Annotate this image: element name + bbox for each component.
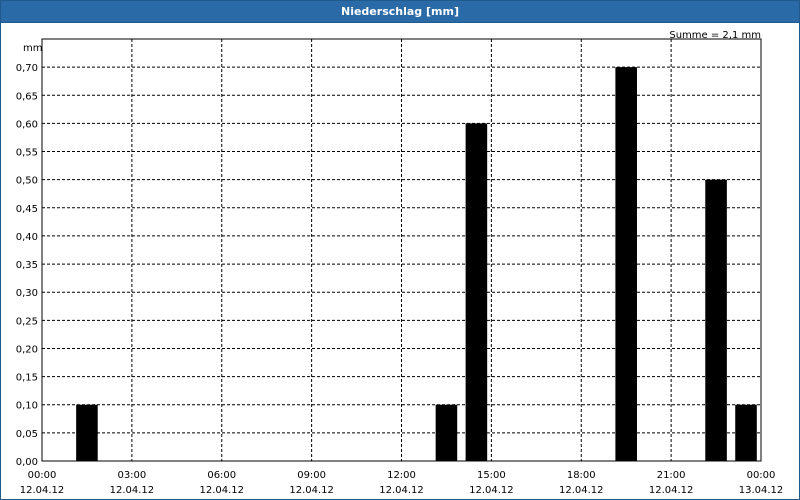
precipitation-bar — [76, 404, 98, 461]
x-tick-time-label: 15:00 — [477, 470, 506, 481]
x-tick-time-label: 00:00 — [747, 470, 776, 481]
x-tick-date-label: 12.04.12 — [379, 485, 424, 496]
x-tick-date-label: 12.04.12 — [110, 485, 155, 496]
x-tick-time-label: 18:00 — [567, 470, 596, 481]
x-tick-time-label: 09:00 — [297, 470, 326, 481]
y-tick-label: 0,45 — [16, 204, 38, 215]
x-tick-labels: 00:00 12.04.12 03:00 12.04.12 06:00 12.04.12 0… — [20, 470, 784, 496]
y-tick-labels: 0,00 0,05 0,10 0,15 0,20 0,25 0,30 0,35 0,40 0,45… — [16, 63, 38, 468]
y-tick-label: 0,20 — [16, 344, 38, 355]
grid-lines — [42, 39, 761, 461]
chart-window: Niederschlag [mm] mm Summe = 2,1 mm 0,00… — [0, 0, 800, 500]
x-tick-date-label: 13.04.12 — [739, 485, 784, 496]
x-tick-time-label: 00:00 — [28, 470, 57, 481]
precipitation-bar — [465, 123, 488, 462]
y-tick-label: 0,35 — [16, 260, 38, 271]
y-axis-unit-label: mm — [23, 43, 42, 54]
x-tick-date-label: 12.04.12 — [20, 485, 65, 496]
precipitation-chart: mm Summe = 2,1 mm 0,000,050,100,150,200,… — [16, 30, 784, 496]
x-tick-time-label: 06:00 — [207, 470, 236, 481]
y-tick-label: 0,65 — [16, 91, 38, 102]
x-tick-date-label: 12.04.12 — [649, 485, 694, 496]
y-tick-label: 0,40 — [16, 232, 38, 243]
x-tick-time-label: 21:00 — [657, 470, 686, 481]
window-title: Niederschlag [mm] — [1, 1, 799, 23]
x-tick-date-label: 12.04.12 — [199, 485, 244, 496]
precipitation-bar — [435, 404, 458, 461]
y-tick-label: 0,30 — [16, 288, 38, 299]
y-tick-label: 0,55 — [16, 148, 38, 159]
y-tick-label: 0,05 — [16, 429, 38, 440]
y-tick-label: 0,15 — [16, 373, 38, 384]
x-tick-time-label: 12:00 — [387, 470, 416, 481]
x-tick-date-label: 12.04.12 — [469, 485, 514, 496]
x-tick-date-label: 12.04.12 — [559, 485, 604, 496]
x-tick-date-label: 12.04.12 — [289, 485, 334, 496]
y-tick-label: 0,50 — [16, 176, 38, 187]
y-tick-label: 0,25 — [16, 316, 38, 327]
precipitation-bar — [705, 179, 727, 461]
y-tick-label: 0,70 — [16, 63, 38, 74]
y-tick-label: 0,00 — [16, 457, 38, 468]
precipitation-bar — [735, 404, 757, 461]
y-tick-label: 0,10 — [16, 401, 38, 412]
y-tick-label: 0,60 — [16, 119, 38, 130]
x-tick-time-label: 03:00 — [117, 470, 146, 481]
precipitation-bar — [615, 67, 637, 461]
